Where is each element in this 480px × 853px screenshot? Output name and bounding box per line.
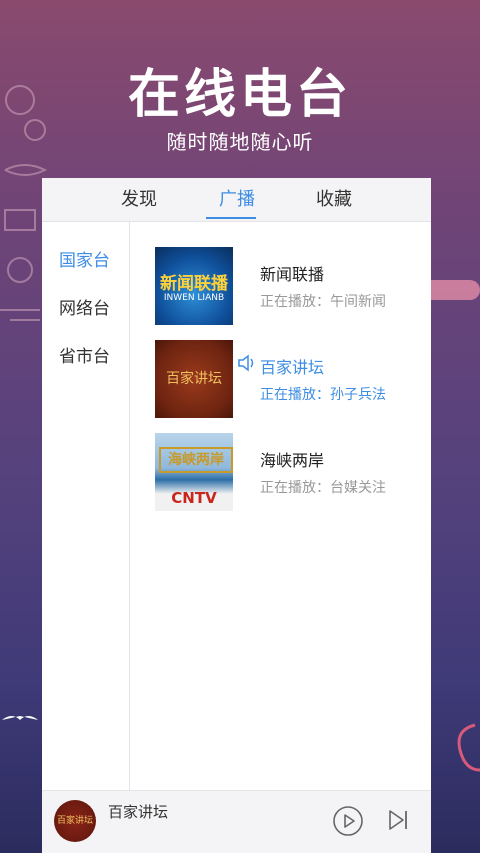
now-playing-text: 正在播放：午间新闻 (260, 294, 386, 310)
station-name: 新闻联播 (260, 265, 325, 284)
player-title: 百家讲坛 (108, 803, 169, 821)
station-thumbnail: 新闻联播 INWEN LIANB (155, 247, 233, 325)
tab-broadcast[interactable]: 广播 (206, 178, 267, 221)
cntv-logo: CNTV (171, 489, 217, 507)
sidebar-item-national[interactable]: 国家台 (59, 246, 110, 271)
next-track-icon[interactable] (385, 807, 411, 833)
sidebar-item-network[interactable]: 网络台 (59, 294, 110, 319)
promo-title: 在线电台 (127, 65, 352, 125)
speaker-icon (238, 354, 254, 372)
category-sidebar: 国家台 网络台 省市台 (42, 222, 130, 790)
station-item[interactable]: 海峡两岸 CNTV 海峡两岸 正在播放：台媒关注 (155, 433, 425, 511)
station-thumbnail: 海峡两岸 CNTV (155, 433, 233, 511)
station-name: 百家讲坛 (260, 358, 325, 377)
station-thumbnail-text: 新闻联播 (160, 274, 228, 294)
now-playing-text: 正在播放：孙子兵法 (260, 387, 386, 403)
mini-player[interactable]: 百家讲坛 百家讲坛 (42, 790, 431, 853)
tab-bar: 发现 广播 收藏 (42, 178, 431, 222)
tab-broadcast-label: 广播 (219, 189, 255, 210)
play-icon[interactable] (332, 805, 364, 837)
promo-subtitle: 随时随地随心听 (166, 130, 314, 154)
radio-panel: 发现 广播 收藏 国家台 网络台 省市台 新闻联播 INWEN LIANB 新闻… (42, 178, 431, 853)
now-playing-text: 正在播放：台媒关注 (260, 480, 386, 496)
station-thumbnail-subtext: INWEN LIANB (163, 293, 225, 303)
station-item[interactable]: 新闻联播 INWEN LIANB 新闻联播 正在播放：午间新闻 (155, 247, 425, 325)
player-album-art[interactable]: 百家讲坛 (54, 800, 96, 842)
tab-favorites[interactable]: 收藏 (304, 178, 364, 221)
flower-decoration (457, 723, 480, 772)
station-thumbnail-text: 百家讲坛 (166, 371, 222, 387)
station-item[interactable]: 百家讲坛 百家讲坛 正在播放：孙子兵法 (155, 340, 425, 418)
station-thumbnail: 百家讲坛 (155, 340, 233, 418)
station-name: 海峡两岸 (260, 451, 325, 470)
tab-discover[interactable]: 发现 (109, 178, 169, 221)
sidebar-item-provincial[interactable]: 省市台 (59, 342, 110, 367)
station-thumbnail-text: 海峡两岸 (159, 447, 233, 473)
active-tab-indicator (206, 217, 256, 219)
